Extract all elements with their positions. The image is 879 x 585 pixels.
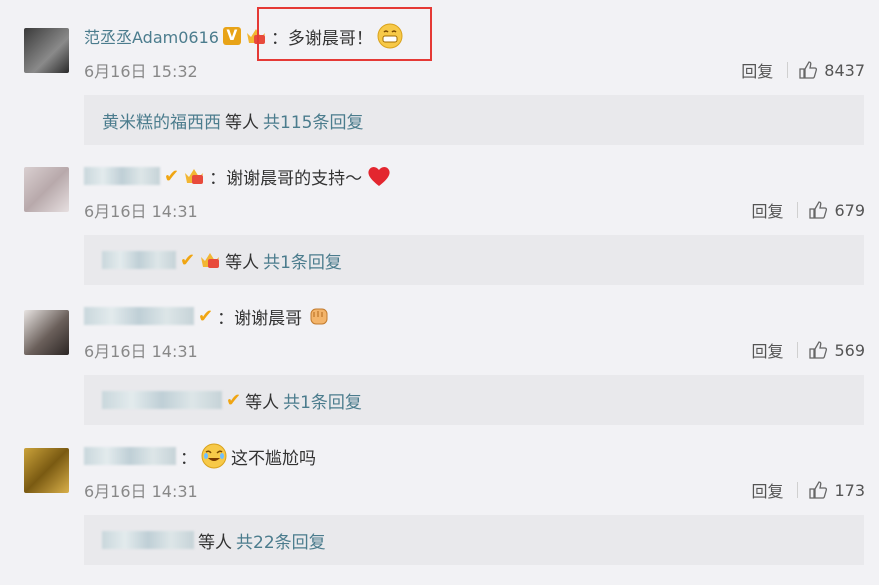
highlight-box — [257, 7, 432, 61]
reply-names[interactable] — [102, 531, 194, 549]
like-count: 173 — [834, 480, 865, 500]
comment-date: 6月16日 15:32 — [84, 62, 198, 81]
comment-actions: 回复 173 — [751, 478, 865, 502]
like-icon[interactable] — [808, 200, 828, 220]
comment-actions: 回复 569 — [751, 338, 865, 362]
reply-button[interactable]: 回复 — [751, 198, 783, 222]
divider — [787, 62, 789, 78]
reply-names[interactable]: 黄米糕的福西西 — [102, 108, 221, 133]
colon-separator: ： — [180, 448, 197, 469]
fan-crown-icon — [183, 166, 205, 186]
avatar[interactable] — [24, 167, 69, 212]
username-link[interactable]: 范丞丞Adam0616 — [84, 24, 219, 48]
reply-names[interactable] — [102, 251, 176, 269]
reply-suffix: 等人 — [198, 532, 232, 553]
avatar[interactable] — [24, 28, 69, 73]
verified-check-icon: ✔ — [198, 305, 214, 327]
comment-date: 6月16日 14:31 — [84, 482, 198, 501]
reply-preview[interactable]: ✔ 等人 共1条回复 — [84, 375, 864, 425]
reply-button[interactable]: 回复 — [751, 478, 783, 502]
like-count: 569 — [834, 340, 865, 360]
crying-laugh-emoji-icon — [201, 443, 227, 469]
avatar[interactable] — [24, 310, 69, 355]
comment-actions: 回复 679 — [751, 198, 865, 222]
comment-text: ：谢谢晨哥 — [217, 308, 303, 329]
divider — [797, 482, 799, 498]
reply-total-link[interactable]: 共22条回复 — [236, 528, 326, 553]
comment-line: ✔ ：谢谢晨哥 — [84, 303, 332, 329]
reply-suffix: 等人 — [225, 112, 259, 133]
reply-button[interactable]: 回复 — [751, 338, 783, 362]
like-icon[interactable] — [808, 340, 828, 360]
reply-preview[interactable]: 黄米糕的福西西 等人 共115条回复 — [84, 95, 864, 145]
comment-actions: 回复 8437 — [741, 58, 865, 82]
reply-suffix: 等人 — [245, 392, 280, 413]
fan-crown-icon — [199, 250, 221, 270]
divider — [797, 202, 799, 218]
fist-emoji-icon — [306, 303, 332, 329]
comment-date: 6月16日 14:31 — [84, 342, 198, 361]
reply-total-link[interactable]: 共1条回复 — [283, 388, 362, 413]
heart-emoji-icon — [366, 163, 392, 189]
like-icon[interactable] — [798, 60, 818, 80]
blurred-username[interactable] — [84, 307, 194, 325]
reply-total-link[interactable]: 共115条回复 — [263, 108, 363, 133]
verified-check-icon: ✔ — [164, 165, 180, 187]
reply-total-link[interactable]: 共1条回复 — [263, 248, 342, 273]
verified-badge-icon: V — [222, 27, 241, 45]
comment-text: ：谢谢晨哥的支持～ — [209, 168, 363, 189]
verified-check-icon: ✔ — [226, 389, 242, 411]
blurred-username[interactable] — [84, 167, 160, 185]
like-count: 8437 — [824, 60, 865, 80]
comment-line: ✔ ：谢谢晨哥的支持～ — [84, 163, 392, 189]
comment-text: 这不尴尬吗 — [231, 448, 316, 469]
like-count: 679 — [834, 200, 865, 220]
avatar[interactable] — [24, 448, 69, 493]
like-icon[interactable] — [808, 480, 828, 500]
comment-line: ： 这不尴尬吗 — [84, 443, 316, 469]
reply-preview[interactable]: 等人 共22条回复 — [84, 515, 864, 565]
blurred-username[interactable] — [84, 447, 176, 465]
divider — [797, 342, 799, 358]
reply-names[interactable] — [102, 391, 222, 409]
comment-date: 6月16日 14:31 — [84, 202, 198, 221]
verified-check-icon: ✔ — [180, 249, 196, 271]
reply-suffix: 等人 — [225, 252, 260, 273]
reply-preview[interactable]: ✔ 等人 共1条回复 — [84, 235, 864, 285]
reply-button[interactable]: 回复 — [741, 58, 773, 82]
